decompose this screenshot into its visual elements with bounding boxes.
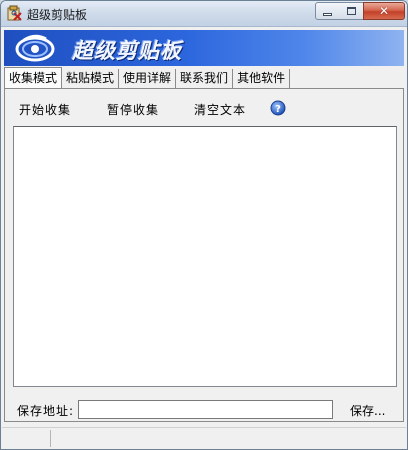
tab-collect-mode[interactable]: 收集模式 — [4, 67, 63, 89]
svg-text:?: ? — [275, 104, 281, 115]
maximize-icon — [346, 7, 356, 15]
minimize-button[interactable] — [315, 2, 340, 20]
maximize-button[interactable] — [339, 2, 364, 20]
tab-usage-details[interactable]: 使用详解 — [119, 69, 177, 89]
app-window: 超级剪贴板 ✕ 超级剪贴板 收集模式 粘贴模式 使用详解 联系我们 其他软件 开… — [0, 0, 408, 450]
status-pane-right — [53, 430, 403, 447]
tab-paste-mode[interactable]: 粘贴模式 — [62, 69, 120, 89]
minimize-icon — [323, 12, 332, 16]
app-banner: 超级剪贴板 — [4, 30, 404, 66]
swirl-logo-icon — [15, 34, 55, 62]
close-button[interactable]: ✕ — [363, 2, 405, 20]
save-button[interactable]: 保存... — [350, 402, 385, 419]
help-icon[interactable]: ? — [270, 100, 286, 116]
banner-title: 超级剪贴板 — [72, 39, 182, 63]
status-pane-left — [4, 430, 51, 447]
clear-text-button[interactable]: 清空文本 — [194, 101, 246, 118]
save-path-input[interactable] — [78, 400, 333, 419]
start-collect-button[interactable]: 开始收集 — [19, 101, 71, 118]
tab-strip: 收集模式 粘贴模式 使用详解 联系我们 其他软件 — [4, 67, 291, 89]
app-icon — [7, 5, 22, 21]
save-path-label: 保存地址: — [17, 404, 75, 418]
tab-contact-us[interactable]: 联系我们 — [176, 69, 234, 89]
status-bar — [2, 427, 406, 448]
close-icon: ✕ — [378, 4, 390, 18]
window-title: 超级剪贴板 — [27, 8, 88, 22]
tab-other-software[interactable]: 其他软件 — [233, 69, 291, 89]
collected-text-area[interactable] — [13, 126, 397, 387]
title-bar[interactable]: 超级剪贴板 ✕ — [1, 1, 407, 27]
collect-mode-panel: 开始收集 暂停收集 清空文本 ? 保存地址: 保存... — [4, 88, 404, 422]
pause-collect-button[interactable]: 暂停收集 — [107, 101, 159, 118]
